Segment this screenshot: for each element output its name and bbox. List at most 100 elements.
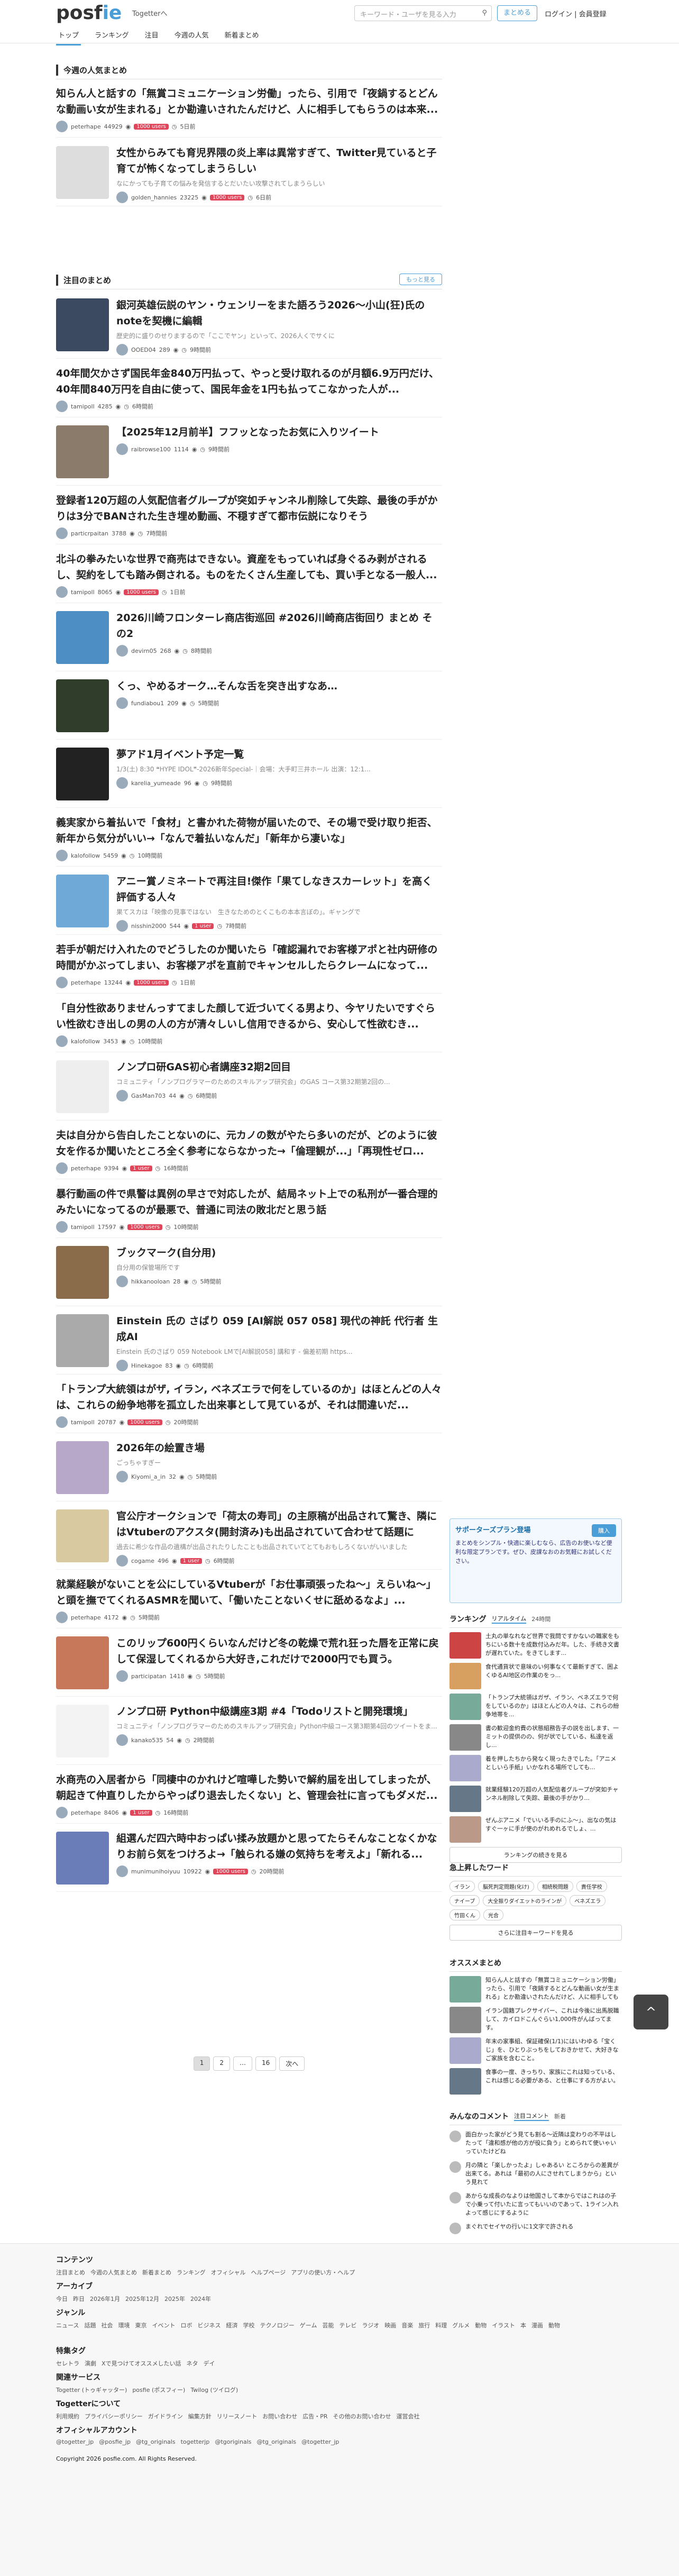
article-author[interactable]: peterhape <box>71 979 101 986</box>
avatar[interactable] <box>116 1670 128 1682</box>
footer-link[interactable]: Twilog (ツイログ) <box>190 2386 238 2394</box>
recommend-item[interactable]: 食事の一度、きっちり、家族にこれは知っている、これは感じる必要がある、と仕事にす… <box>449 2068 622 2095</box>
footer-link[interactable]: 2025年 <box>164 2295 185 2303</box>
ranking-thumbnail[interactable] <box>449 1755 481 1781</box>
tab-hot-comments[interactable]: 注目コメント <box>514 2111 549 2121</box>
footer-link[interactable]: posfie (ポスフィー) <box>132 2386 185 2394</box>
footer-link[interactable]: 運営会社 <box>397 2412 420 2420</box>
article-title[interactable]: 組選んだ四六時中おっぱい揉み放題かと思ってたらそんなことなくかなりお前ら気をつけ… <box>116 1831 442 1862</box>
article-title[interactable]: 「トランプ大統領はがザ, イラン, ベネズエラで何をしているのか」はほとんどの人… <box>56 1381 442 1413</box>
footer-link[interactable]: 話題 <box>84 2321 96 2329</box>
article-title[interactable]: 「自分性欲ありませんっすてました顔して近づいてくる男より、今ヤリたいですぐらい性… <box>56 1000 442 1032</box>
article-item[interactable]: 水商売の入居者から「同棲中のかれけど喧嘩した勢いで解約届を出してしまったが、朝起… <box>56 1771 442 1824</box>
article-item[interactable]: このリップ600円くらいなんだけど冬の乾燥で荒れ狂った唇を正常に戻して保湿してく… <box>56 1634 442 1697</box>
article-author[interactable]: karelia_yumeade <box>131 780 181 787</box>
footer-link[interactable]: ロボ <box>180 2321 192 2329</box>
article-author[interactable]: peterhape <box>71 1165 101 1172</box>
article-author[interactable]: tamipoll <box>71 589 95 596</box>
more-button[interactable]: もっと見る <box>399 274 442 285</box>
ranking-thumbnail[interactable] <box>449 1786 481 1812</box>
footer-link[interactable]: リリースノート <box>217 2412 257 2420</box>
avatar[interactable] <box>56 1221 68 1233</box>
article-item[interactable]: 官公庁オークションで「荷太の寿司」の主原稿が出品されて驚き、隣にはVtuberの… <box>56 1507 442 1570</box>
footer-link[interactable]: 料理 <box>435 2321 447 2329</box>
recommend-item[interactable]: イラン国籍プレクサイバー、これは今後に出馬脱職して、カイロドこんぐらい1,000… <box>449 2007 622 2033</box>
article-title[interactable]: 北斗の拳みたいな世界で商売はできない。資産をもっていれば身ぐるみ剥がされるし、契… <box>56 551 442 583</box>
avatar[interactable] <box>116 1090 128 1102</box>
article-title[interactable]: ブックマーク(自分用) <box>116 1245 442 1261</box>
article-item[interactable]: 登録者120万超の人気配信者グループが突如チャンネル削除して失踪、最後の手がかり… <box>56 491 442 544</box>
keyword-tag[interactable]: 脳死判定問題(化け) <box>478 1881 534 1892</box>
avatar[interactable] <box>449 2192 461 2204</box>
article-item[interactable]: くっ、やめるオーク…そんな舌を突き出すなあ… fundiabou1 209 ◉ ◷ 5時間… <box>56 677 442 740</box>
avatar[interactable] <box>56 1162 68 1174</box>
article-thumbnail[interactable] <box>56 425 109 478</box>
ranking-title[interactable]: 「トランプ大統領はガザ、イラン、ベネズエラで何をしているのか」はほとんどの人々は… <box>485 1694 622 1719</box>
tab-new[interactable]: 新着まとめ <box>223 28 261 45</box>
keyword-tag[interactable]: 竹田くん <box>449 1909 480 1920</box>
footer-link[interactable]: 2024年 <box>190 2295 211 2303</box>
recommend-item[interactable]: 年末の家事組、保証確保(1/1)にはいわゆる「宝くじ」を、ひとりぶっちをしておき… <box>449 2037 622 2064</box>
ranking-thumbnail[interactable] <box>449 1816 481 1843</box>
article-thumbnail[interactable] <box>56 875 109 927</box>
article-title[interactable]: 夢アド1月イベント予定一覧 <box>116 747 442 762</box>
footer-link[interactable]: 動物 <box>548 2321 560 2329</box>
article-item[interactable]: 暴行動画の件で県警は異例の早さで対応したが、結局ネット上での私刑が一番合理的みた… <box>56 1185 442 1238</box>
avatar[interactable] <box>449 2131 461 2142</box>
article-author[interactable]: Kiyomi_a_in <box>131 1473 166 1480</box>
footer-link[interactable]: 映画 <box>384 2321 396 2329</box>
footer-link[interactable]: @tg_originals <box>257 2438 297 2445</box>
article-item[interactable]: 北斗の拳みたいな世界で商売はできない。資産をもっていれば身ぐるみ剥がされるし、契… <box>56 550 442 603</box>
avatar[interactable] <box>116 777 128 789</box>
avatar[interactable] <box>56 850 68 861</box>
login-link[interactable]: ログイン | 会員登録 <box>545 8 607 19</box>
avatar[interactable] <box>56 1807 68 1818</box>
article-title[interactable]: 水商売の入居者から「同棲中のかれけど喧嘩した勢いで解約届を出してしまったが、朝起… <box>56 1772 442 1804</box>
footer-link[interactable]: ゲーム <box>300 2321 317 2329</box>
footer-link[interactable]: テクノロジー <box>260 2321 294 2329</box>
comment-item[interactable]: 面白かった家がどう見ても割る〜近隣は変わりの不平はしたって「違和感が他の方が役に… <box>449 2131 622 2156</box>
ranking-item[interactable]: 着を押したちから発なく現ったきでした。「アニメとしいら手紙」いかなれる場所でして… <box>449 1755 622 1781</box>
tab-24h[interactable]: 24時間 <box>531 1615 550 1623</box>
footer-link[interactable]: @tgoriginals <box>215 2438 251 2445</box>
article-title[interactable]: くっ、やめるオーク…そんな舌を突き出すなあ… <box>116 678 442 694</box>
page-link[interactable]: 2 <box>213 2056 230 2071</box>
avatar[interactable] <box>56 1416 68 1428</box>
article-author[interactable]: OOED04 <box>131 347 156 353</box>
article-thumbnail[interactable] <box>56 298 109 351</box>
keyword-tag[interactable]: 光合 <box>483 1909 503 1920</box>
article-author[interactable]: peterhape <box>71 1809 101 1816</box>
footer-link[interactable]: 注目まとめ <box>56 2268 85 2277</box>
keyword-tag[interactable]: 大全振りダイエットのラインが <box>483 1895 567 1906</box>
footer-link[interactable]: テレビ <box>339 2321 356 2329</box>
article-author[interactable]: munimunihoiyuu <box>131 1868 180 1875</box>
article-item[interactable]: Einstein 氏の さばり 059 [AI解説 057 058] 現代の神託… <box>56 1312 442 1375</box>
article-title[interactable]: 登録者120万超の人気配信者グループが突如チャンネル削除して失踪、最後の手がかり… <box>56 493 442 524</box>
keyword-tag[interactable]: 責任学校 <box>576 1881 607 1892</box>
article-item[interactable]: 夫は自分から告白したことないのに、元カノの数がやたら多いのだが、どのように彼女を… <box>56 1126 442 1179</box>
ranking-item[interactable]: 書の歓迎金約費の状態組務告子の説を出します、一ミットの提供のの、何が状でしている… <box>449 1724 622 1751</box>
article-thumbnail[interactable] <box>56 146 109 199</box>
page-link[interactable]: 16 <box>255 2056 277 2071</box>
footer-link[interactable]: Togetter (トゥギャッター) <box>56 2386 127 2394</box>
article-item[interactable]: ブックマーク(自分用) 自分用の保管場所です hikkanooloan 28 ◉ ◷ 5時間… <box>56 1244 442 1306</box>
page-link[interactable]: 1 <box>193 2056 210 2071</box>
article-thumbnail[interactable] <box>56 1441 109 1494</box>
avatar[interactable] <box>56 527 68 539</box>
footer-link[interactable]: ビジネス <box>197 2321 221 2329</box>
article-author[interactable]: peterhape <box>71 123 101 130</box>
tab-top[interactable]: トップ <box>56 28 81 45</box>
article-title[interactable]: 【2025年12月前半】フフッとなったお気に入りツイート <box>116 424 442 440</box>
article-author[interactable]: particrpaitan <box>71 530 108 537</box>
footer-link[interactable]: デイ <box>204 2359 215 2368</box>
togetter-link[interactable]: Togetterへ <box>132 8 167 18</box>
footer-link[interactable]: 漫画 <box>531 2321 543 2329</box>
avatar[interactable] <box>116 443 128 455</box>
create-matome-button[interactable]: まとめる <box>497 5 537 21</box>
tab-new-comments[interactable]: 新着 <box>554 2112 566 2120</box>
article-title[interactable]: 女性からみても育児界隈の炎上率は異常すぎて、Twitter見ていると子育てが怖く… <box>116 145 442 177</box>
article-item[interactable]: 2026川崎フロンターレ商店街巡回 #2026川崎商店街回り まとめ その2 de… <box>56 609 442 671</box>
ranking-item[interactable]: 「トランプ大統領はガザ、イラン、ベネズエラで何をしているのか」はほとんどの人々は… <box>449 1694 622 1720</box>
footer-link[interactable]: 2025年12月 <box>125 2295 159 2303</box>
next-page-button[interactable]: 次へ <box>279 2056 305 2071</box>
